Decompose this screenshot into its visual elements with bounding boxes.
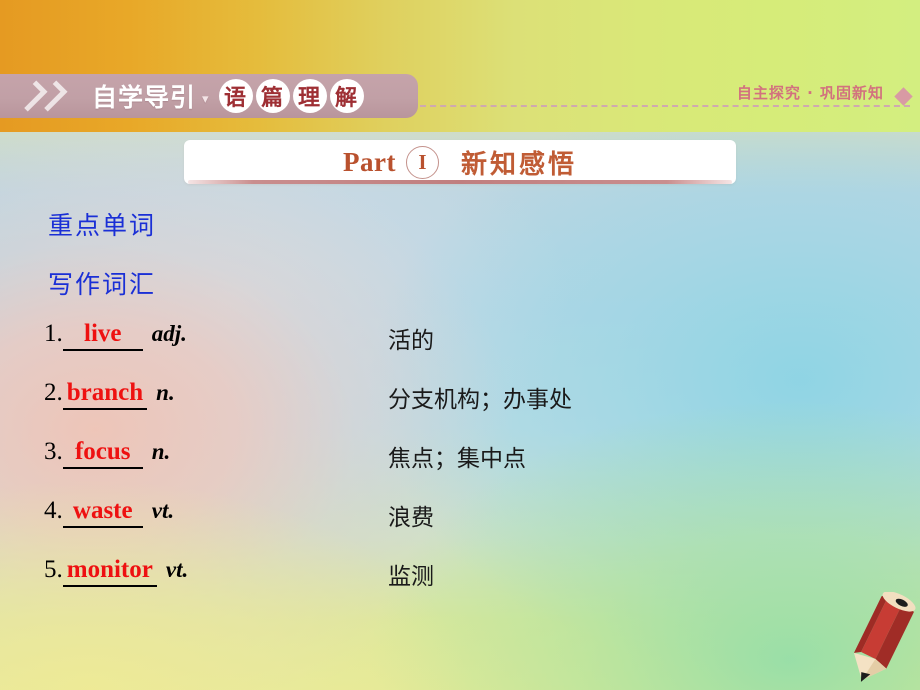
answer-text: live [84, 320, 122, 347]
part-of-speech: n. [156, 380, 175, 405]
answer-blank[interactable]: focus [62, 438, 143, 469]
part-of-speech: n. [151, 439, 171, 464]
answer-blank[interactable]: branch [62, 379, 148, 410]
meaning-text: 浪费 [388, 505, 434, 531]
meaning-text: 焦点；集中点 [388, 446, 526, 472]
answer-text: focus [74, 438, 131, 465]
part-word-label: Part [343, 146, 396, 177]
answer-text: monitor [66, 556, 153, 583]
section-heading-key-words: 重点单词 [48, 211, 157, 240]
part-title-box: Part I 新知感悟 [184, 140, 736, 184]
vocabulary-row: 5. monitor vt. 监测 [44, 556, 874, 615]
part-of-speech: vt. [151, 498, 175, 523]
vocabulary-prompt: 3. focus n. [44, 438, 170, 469]
meaning-text: 监测 [388, 564, 434, 590]
vocabulary-row: 4. waste vt. 浪费 [44, 497, 874, 556]
header-circled-chars: 语 篇 理 解 [218, 79, 364, 113]
row-index: 2. [44, 379, 63, 406]
header-title: 自学导引 ▾ 语 篇 理 解 [92, 76, 364, 116]
slide-canvas: 自学导引 ▾ 语 篇 理 解 自主探究 · 巩固新知 Part I 新知感悟 重… [0, 0, 920, 690]
header-dashed-rule [420, 105, 910, 107]
row-index: 5. [44, 556, 63, 583]
vocabulary-prompt: 2. branch n. [44, 379, 175, 410]
row-index: 4. [44, 497, 63, 524]
part-of-speech: adj. [151, 321, 187, 346]
vocabulary-prompt: 4. waste vt. [44, 497, 174, 528]
vocabulary-prompt: 5. monitor vt. [44, 556, 188, 587]
row-index: 3. [44, 438, 63, 465]
part-numeral-badge: I [405, 145, 439, 179]
header-separator-icon: ▾ [202, 91, 210, 107]
meaning-text: 活的 [388, 328, 434, 354]
header-banner: 自学导引 ▾ 语 篇 理 解 自主探究 · 巩固新知 [0, 70, 920, 122]
answer-blank[interactable]: monitor [62, 556, 157, 587]
section-heading-writing-vocabulary: 写作词汇 [48, 270, 157, 299]
vocabulary-row: 3. focus n. 焦点；集中点 [44, 438, 874, 497]
circled-char: 篇 [255, 79, 290, 113]
circled-char: 解 [329, 79, 364, 113]
part-title-inner: Part I 新知感悟 [184, 140, 736, 184]
header-title-label: 自学导引 [92, 83, 197, 112]
vocabulary-prompt: 1. live adj. [44, 320, 187, 351]
part-title-underline [188, 180, 732, 184]
vocabulary-row: 2. branch n. 分支机构；办事处 [44, 379, 874, 438]
answer-text: branch [66, 379, 144, 406]
row-index: 1. [44, 320, 63, 347]
answer-blank[interactable]: waste [62, 497, 143, 528]
vocabulary-row: 1. live adj. 活的 [44, 320, 874, 379]
pencil-icon [846, 592, 918, 690]
circled-char: 理 [292, 79, 327, 113]
vocabulary-list: 1. live adj. 活的 2. branch n. 分支机构；办事处 3.… [44, 320, 874, 615]
answer-blank[interactable]: live [62, 320, 143, 351]
answer-text: waste [72, 497, 133, 524]
part-of-speech: vt. [165, 557, 189, 582]
meaning-text: 分支机构；办事处 [388, 387, 572, 413]
diamond-icon [894, 87, 913, 106]
header-right-label: 自主探究 · 巩固新知 [736, 84, 884, 102]
circled-char: 语 [218, 79, 253, 113]
part-title-label: 新知感悟 [460, 149, 577, 180]
